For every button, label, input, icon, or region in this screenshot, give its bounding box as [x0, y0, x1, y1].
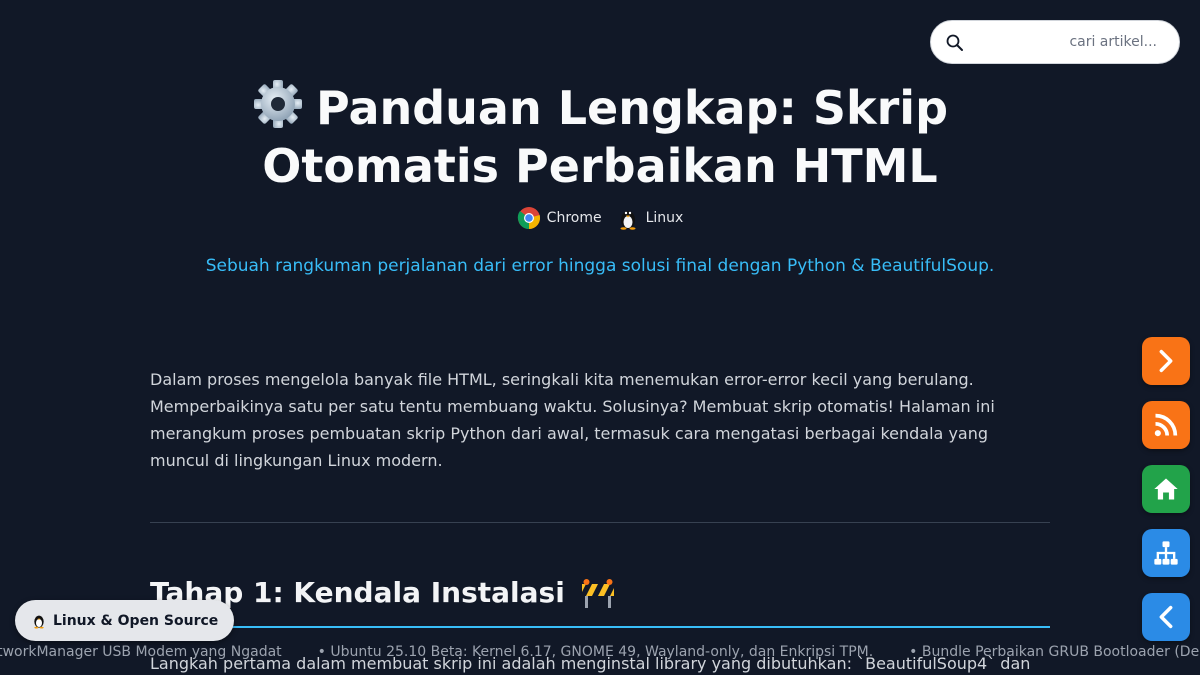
search-input[interactable]: [931, 21, 1179, 63]
section-heading: Tahap 1: Kendala Instalasi: [150, 574, 1050, 628]
ticker-item[interactable]: • Ubuntu 25.10 Beta: Kernel 6.17, GNOME …: [318, 644, 874, 660]
section-divider: [150, 522, 1050, 523]
ticker-item[interactable]: • Bundle Perbaikan GRUB Bootloader (Debi…: [909, 644, 1200, 660]
gear-icon: [253, 80, 302, 128]
ticker-item[interactable]: NetworkManager USB Modem yang Ngadat: [0, 644, 282, 660]
construction-icon: [579, 579, 616, 608]
home-icon: [1154, 478, 1178, 500]
sitemap-button[interactable]: [1142, 529, 1190, 577]
news-ticker: NetworkManager USB Modem yang Ngadat • U…: [0, 644, 1200, 664]
page-title: Panduan Lengkap: Skrip Otomatis Perbaika…: [150, 78, 1050, 195]
home-button[interactable]: [1142, 465, 1190, 513]
intro-paragraph: Dalam proses mengelola banyak file HTML,…: [150, 370, 995, 470]
title-line-1: Panduan Lengkap: Skrip: [252, 80, 948, 135]
chrome-icon: [517, 207, 540, 230]
search-box[interactable]: [930, 20, 1180, 64]
title-text-1: Panduan Lengkap: Skrip: [315, 81, 948, 135]
chevron-left-icon: [1159, 605, 1173, 629]
tag-linux[interactable]: Linux: [616, 206, 684, 230]
tag-linux-label: Linux: [645, 210, 684, 226]
penguin-icon: [34, 615, 44, 629]
next-button[interactable]: [1142, 337, 1190, 385]
penguin-icon: [620, 211, 636, 230]
category-badge-label: Linux & Open Source: [53, 612, 219, 629]
title-text-2: Otomatis Perbaikan HTML: [262, 139, 938, 193]
search-icon: [946, 34, 963, 51]
tag-chrome[interactable]: Chrome: [517, 206, 602, 230]
page-subtitle: Sebuah rangkuman perjalanan dari error h…: [205, 256, 995, 276]
back-button[interactable]: [1142, 593, 1190, 641]
sitemap-icon: [1154, 541, 1178, 565]
chevron-right-icon: [1159, 349, 1173, 373]
rss-icon: [1154, 413, 1178, 437]
category-badge[interactable]: Linux & Open Source: [15, 600, 235, 641]
tag-chrome-label: Chrome: [546, 210, 602, 226]
rss-button[interactable]: [1142, 401, 1190, 449]
tag-list: Chrome Linux: [0, 206, 1200, 230]
